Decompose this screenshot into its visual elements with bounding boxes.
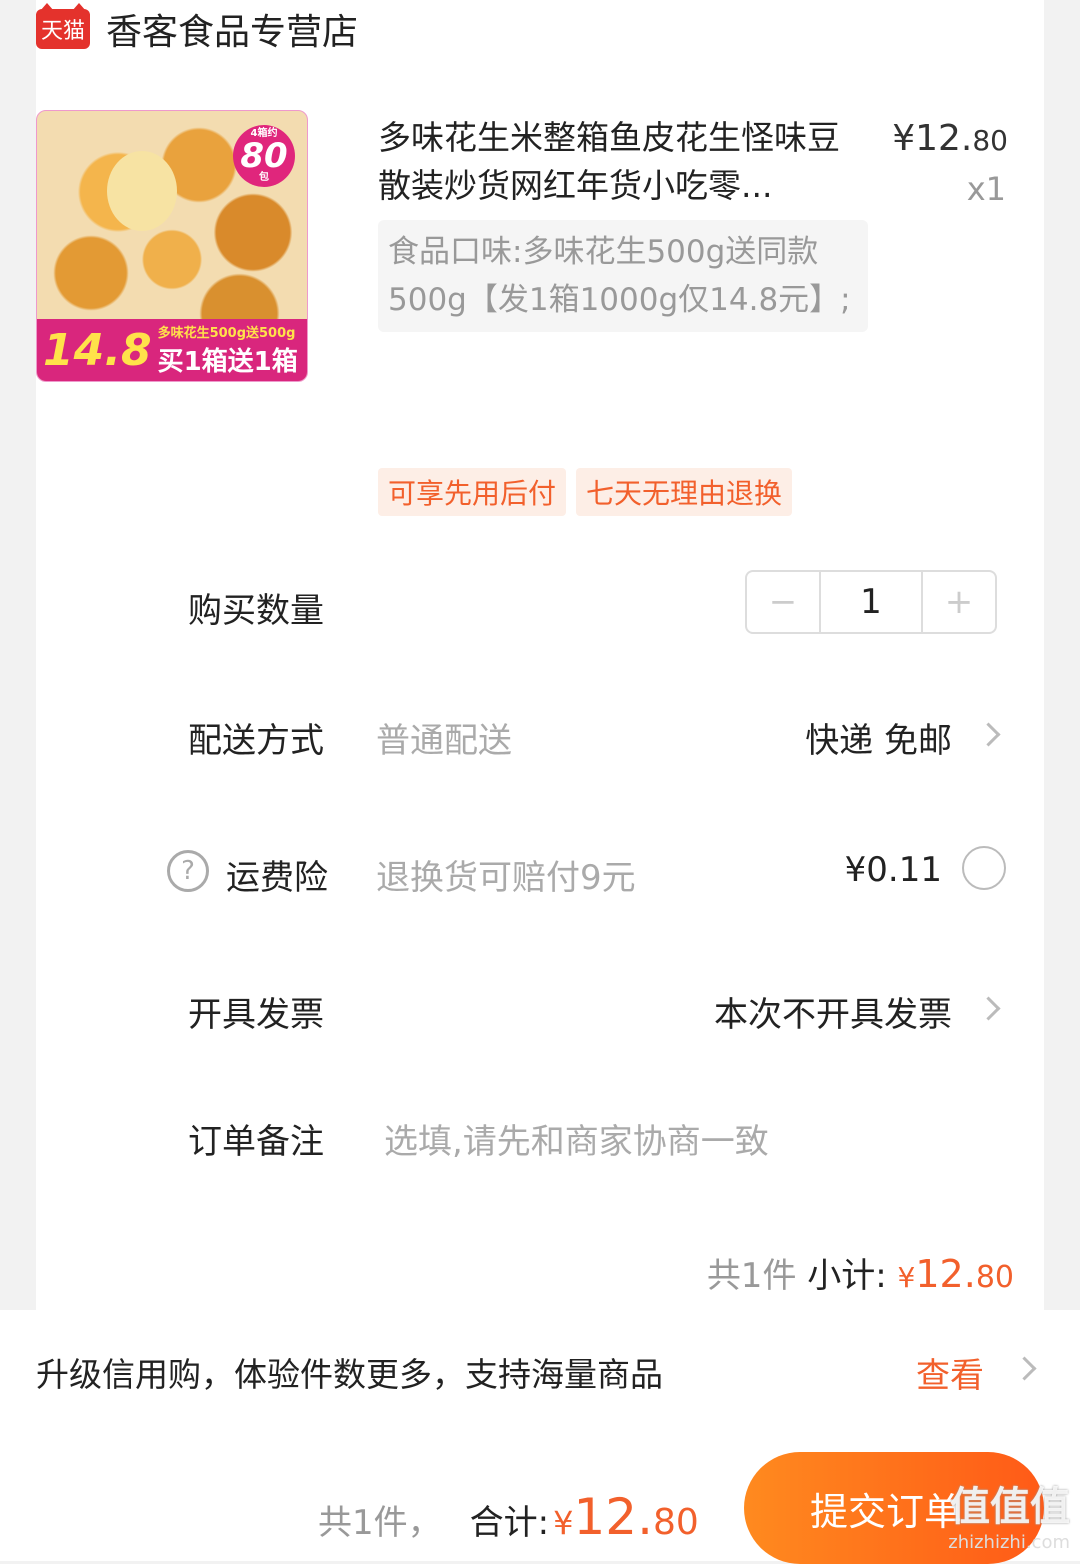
price-dec: 80 (972, 124, 1008, 157)
increment-button[interactable]: + (923, 572, 995, 632)
watermark-logo: 值值值 (950, 1484, 1070, 1530)
total-int: 12. (573, 1488, 653, 1546)
subtotal-int: 12. (915, 1252, 976, 1296)
peanut-kernel-graphic (107, 151, 177, 231)
help-icon[interactable]: ? (167, 850, 209, 892)
product-spec[interactable]: 食品口味:多味花生500g送同款500g【发1箱1000g仅14.8元】; (378, 220, 868, 332)
subtotal-count: 共1件 (706, 1256, 797, 1296)
delivery-label: 配送方式 (188, 721, 324, 761)
thumbnail-line2: 买1箱送1箱 (157, 347, 298, 377)
product-price: ¥12.80 (892, 118, 1008, 159)
invoice-label: 开具发票 (188, 995, 324, 1035)
order-total: 共1件， 合计: ¥ 12.80 (318, 1488, 699, 1546)
thumbnail-line1: 多味花生500g送500g (157, 326, 296, 341)
delivery-value[interactable]: 快递 免邮 (805, 713, 952, 762)
shop-name[interactable]: 香客食品专营店 (106, 3, 358, 55)
total-yen: ¥ (553, 1504, 574, 1542)
tmall-logo-icon: 天猫 (36, 3, 90, 49)
price-yen: ¥ (892, 118, 916, 159)
decrement-button[interactable]: − (747, 572, 819, 632)
thumbnail-price: 14.8 (43, 324, 152, 376)
note-label: 订单备注 (188, 1122, 324, 1162)
insurance-desc: 退换货可赔付9元 (376, 858, 636, 898)
note-input[interactable]: 选填,请先和商家协商一致 (384, 1114, 769, 1163)
subtotal-yen: ¥ (897, 1261, 916, 1294)
shop-header[interactable]: 天猫 香客食品专营店 (36, 3, 358, 55)
weight-badge: 4箱约 80 包 (233, 125, 295, 187)
delivery-method: 普通配送 (376, 721, 512, 761)
product-quantity: x1 (966, 170, 1006, 208)
weight-badge-unit: 包 (259, 172, 269, 183)
total-dec: 80 (653, 1502, 699, 1543)
site-watermark: 值值值 zhizhizhi.com (948, 1474, 1070, 1553)
subtotal-label: 小计: (807, 1256, 887, 1296)
total-count: 共1件， (318, 1503, 442, 1543)
insurance-radio[interactable] (962, 846, 1006, 890)
tag-pay-later: 可享先用后付 (378, 468, 567, 516)
invoice-value[interactable]: 本次不开具发票 (714, 987, 952, 1036)
quantity-label: 购买数量 (188, 591, 324, 631)
subtotal: 共1件 小计: ¥12.80 (707, 1248, 1014, 1297)
promo-view-link[interactable]: 查看 (916, 1348, 984, 1397)
price-int: 12. (915, 118, 973, 159)
service-tags: 可享先用后付 七天无理由退换 (378, 468, 793, 516)
product-title[interactable]: 多味花生米整箱鱼皮花生怪味豆散装炒货网红年货小吃零... (378, 114, 848, 210)
total-label: 合计: (469, 1503, 550, 1543)
weight-badge-number: 80 (240, 136, 288, 176)
insurance-price: ¥0.11 (844, 850, 942, 890)
promo-text: 升级信用购，体验件数更多，支持海量商品 (36, 1355, 663, 1394)
quantity-input[interactable]: 1 (819, 572, 923, 632)
product-thumbnail[interactable]: 4箱约 80 包 14.8 多味花生500g送500g 买1箱送1箱 (36, 110, 308, 382)
quantity-stepper[interactable]: − 1 + (745, 570, 997, 634)
insurance-label: 运费险 (226, 858, 328, 898)
tag-seven-day-return: 七天无理由退换 (576, 468, 793, 516)
subtotal-dec: 80 (975, 1260, 1014, 1295)
thumbnail-banner: 14.8 多味花生500g送500g 买1箱送1箱 (37, 319, 307, 381)
watermark-url: zhizhizhi.com (948, 1532, 1070, 1553)
